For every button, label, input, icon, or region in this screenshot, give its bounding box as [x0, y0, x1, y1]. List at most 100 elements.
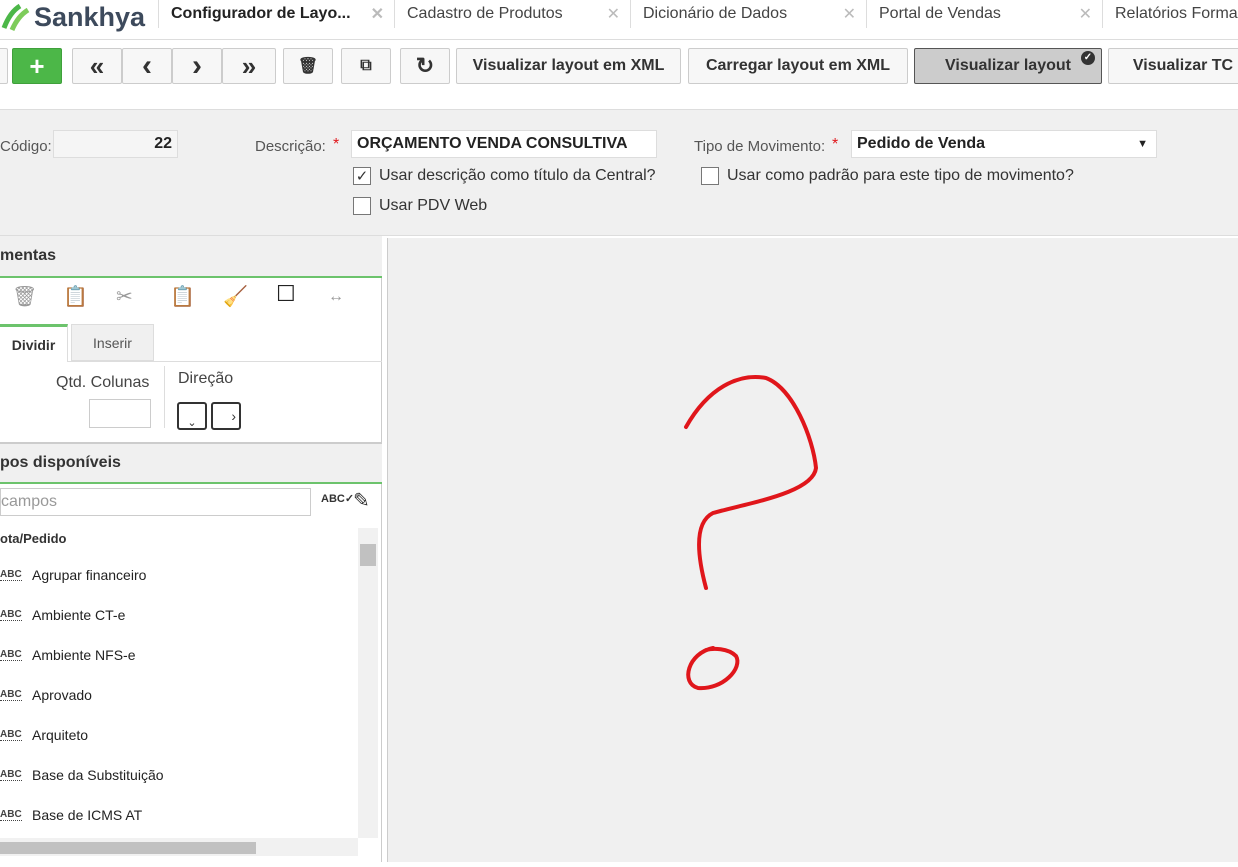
last-record-button[interactable]: »: [222, 48, 276, 84]
text-field-icon: ABC: [0, 569, 22, 581]
list-item[interactable]: ABC Aprovado: [0, 675, 92, 715]
copy-icon: ⧉: [360, 57, 372, 74]
tab-label: Cadastro de Produtos: [407, 5, 563, 22]
titulo-checkbox-row[interactable]: ✓ Usar descrição como título da Central?: [353, 167, 656, 185]
first-record-button[interactable]: «: [72, 48, 122, 84]
titulo-checkbox[interactable]: ✓: [353, 167, 371, 185]
paste-icon[interactable]: 📋: [63, 284, 88, 309]
duplicate-button[interactable]: ⧉: [341, 48, 391, 84]
text-field-icon: ABC: [0, 729, 22, 741]
tipo-label: Tipo de Movimento:: [694, 138, 826, 155]
tab-dividir[interactable]: Dividir: [0, 324, 68, 362]
view-layout-button[interactable]: Visualizar layout ✓: [914, 48, 1102, 84]
trash-icon: 🗑: [297, 58, 319, 75]
fields-title: pos disponíveis: [0, 454, 121, 471]
spellcheck-icon[interactable]: ABC✓: [321, 492, 354, 505]
codigo-field[interactable]: 22: [53, 130, 178, 158]
horizontal-scrollbar[interactable]: [0, 838, 358, 856]
padrao-label: Usar como padrão para este tipo de movim…: [727, 167, 1074, 184]
close-icon[interactable]: ✕: [1079, 4, 1092, 24]
square-icon[interactable]: ☐: [276, 281, 296, 307]
load-xml-button[interactable]: Carregar layout em XML: [688, 48, 908, 84]
question-mark-annotation: [684, 375, 819, 691]
codigo-label: Código:: [0, 138, 52, 155]
vertical-scrollbar[interactable]: [358, 528, 378, 838]
close-icon[interactable]: ✕: [607, 4, 620, 24]
list-item[interactable]: ABC Ambiente NFS-e: [0, 635, 135, 675]
item-label: Ambiente NFS-e: [32, 647, 136, 663]
text-field-icon: ABC: [0, 689, 22, 701]
list-item[interactable]: ABC Arquiteto: [0, 715, 88, 755]
tools-title: mentas: [0, 247, 57, 264]
tab-label: Portal de Vendas: [879, 5, 1001, 22]
scrollbar-thumb[interactable]: [0, 842, 256, 854]
next-record-button[interactable]: ›: [172, 48, 222, 84]
list-item[interactable]: ABC Ambiente CT-e: [0, 595, 125, 635]
logo: Sankhya: [0, 2, 145, 32]
edit-icon[interactable]: ✎: [353, 488, 370, 513]
list-item[interactable]: ABC Base de ICMS AT: [0, 795, 142, 835]
tipo-movimento-select[interactable]: Pedido de Venda ▼: [851, 130, 1157, 158]
sankhya-logo-icon: [1, 3, 30, 32]
tab-portal-vendas[interactable]: Portal de Vendas ✕: [866, 0, 1102, 28]
chevron-down-icon: ▼: [1137, 138, 1148, 150]
tab-relatorios[interactable]: Relatórios Forma: [1102, 0, 1238, 28]
item-label: Ambiente CT-e: [32, 607, 126, 623]
tab-configurador[interactable]: Configurador de Layo... ✕: [158, 0, 394, 28]
required-marker: *: [333, 136, 340, 153]
fields-search-input[interactable]: campos: [0, 488, 311, 516]
tab-inserir[interactable]: Inserir: [71, 324, 154, 361]
item-label: Base da Substituição: [32, 767, 164, 783]
toolbar: + « ‹ › » 🗑 ⧉ ↻ Visualizar layout em XML…: [0, 40, 1238, 110]
hidden-button[interactable]: [0, 48, 8, 84]
required-marker: *: [832, 136, 839, 153]
text-field-icon: ABC: [0, 769, 22, 781]
refresh-button[interactable]: ↻: [400, 48, 450, 84]
pdv-checkbox[interactable]: [353, 197, 371, 215]
prev-record-button[interactable]: ‹: [122, 48, 172, 84]
close-icon[interactable]: ✕: [843, 4, 856, 24]
trash-icon[interactable]: 🗑: [12, 284, 37, 309]
list-item[interactable]: ABC Agrupar financeiro: [0, 555, 146, 595]
padrao-checkbox-row[interactable]: Usar como padrão para este tipo de movim…: [701, 167, 1074, 185]
item-label: Agrupar financeiro: [32, 567, 147, 583]
titulo-label: Usar descrição como título da Central?: [379, 167, 656, 184]
padrao-checkbox[interactable]: [701, 167, 719, 185]
field-group[interactable]: ota/Pedido: [0, 531, 66, 546]
view-layout-label: Visualizar layout: [945, 57, 1071, 74]
close-icon[interactable]: ✕: [371, 4, 384, 24]
direction-horizontal-button[interactable]: ›: [211, 402, 241, 430]
tools-header: mentas: [0, 236, 382, 278]
tab-cadastro-produtos[interactable]: Cadastro de Produtos ✕: [394, 0, 630, 28]
tab-dicionario[interactable]: Dicionário de Dados ✕: [630, 0, 866, 28]
pdv-label: Usar PDV Web: [379, 197, 488, 214]
view-tc-button[interactable]: Visualizar TC: [1108, 48, 1238, 84]
qtd-colunas-label: Qtd. Colunas: [56, 374, 150, 391]
scrollbar-thumb[interactable]: [360, 544, 376, 566]
resize-horizontal-icon[interactable]: ↔: [328, 288, 344, 306]
direction-vertical-button[interactable]: ⌄: [177, 402, 207, 430]
descricao-field[interactable]: ORÇAMENTO VENDA CONSULTIVA: [351, 130, 657, 158]
text-field-icon: ABC: [0, 609, 22, 621]
check-badge-icon: ✓: [1081, 51, 1095, 65]
clipboard-icon[interactable]: 📋: [170, 284, 195, 309]
direcao-label: Direção: [178, 370, 234, 387]
delete-button[interactable]: 🗑: [283, 48, 333, 84]
text-field-icon: ABC: [0, 809, 22, 821]
scissors-icon[interactable]: ✂: [116, 284, 133, 309]
fields-header: pos disponíveis: [0, 442, 382, 484]
pdv-checkbox-row[interactable]: Usar PDV Web: [353, 197, 487, 215]
tab-label: Relatórios Forma: [1115, 5, 1238, 22]
tipo-value: Pedido de Venda: [857, 135, 986, 152]
broom-icon[interactable]: 🧹: [223, 284, 248, 309]
qtd-colunas-input[interactable]: [89, 399, 151, 428]
add-button[interactable]: +: [12, 48, 62, 84]
view-xml-button[interactable]: Visualizar layout em XML: [456, 48, 681, 84]
list-item[interactable]: ABC Base da Substituição: [0, 755, 164, 795]
layout-canvas[interactable]: [387, 238, 1238, 862]
top-bar: Sankhya Configurador de Layo... ✕ Cadastr…: [0, 0, 1238, 40]
tab-label: Dicionário de Dados: [643, 5, 788, 22]
refresh-icon: ↻: [415, 53, 435, 78]
brand-name: Sankhya: [34, 1, 146, 32]
item-label: Aprovado: [32, 687, 92, 703]
